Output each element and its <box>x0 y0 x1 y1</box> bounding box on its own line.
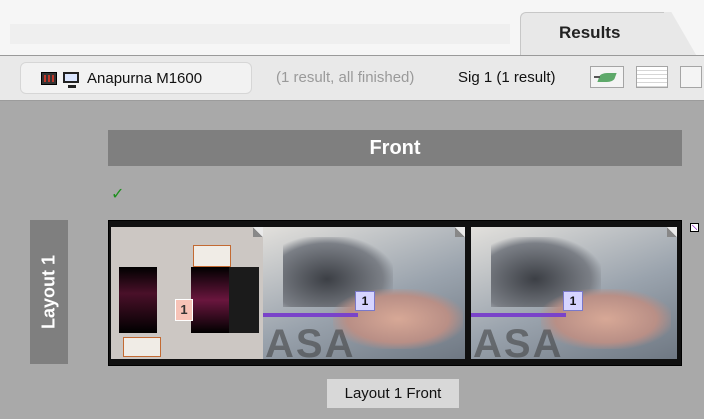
side-header: Front <box>108 130 682 166</box>
film-icon <box>41 72 57 85</box>
tab-results-label: Results <box>559 23 621 42</box>
monitor-icon <box>63 72 79 88</box>
device-selector[interactable]: Anapurna M1600 <box>20 62 252 94</box>
photo-watermark-letters: ASA <box>265 322 356 359</box>
layout-label-text: Layout 1 <box>38 254 59 330</box>
tab-strip: Results <box>0 0 704 57</box>
tab-results[interactable]: Results <box>520 12 704 57</box>
layout-sheet-preview[interactable]: 1 ASA 1 ASA 1 <box>108 220 682 366</box>
results-toolbar: Anapurna M1600 (1 result, all finished) … <box>0 56 704 101</box>
layout-caption: Layout 1 Front <box>327 379 459 408</box>
thumbnail-index: 1 <box>563 291 583 311</box>
page-fold-icon <box>667 227 677 237</box>
result-status: (1 result, all finished) <box>276 69 415 86</box>
preview-mode-button[interactable] <box>590 66 624 88</box>
checkmark-icon: ✓ <box>111 186 125 203</box>
box-flap <box>193 245 231 267</box>
box-flap <box>123 337 161 357</box>
tab-corner <box>664 12 704 57</box>
box-panel <box>191 267 229 333</box>
list-view-button[interactable] <box>636 66 668 88</box>
box-panel <box>229 267 259 333</box>
layout-select-checkbox[interactable] <box>690 223 699 232</box>
signature-selector[interactable]: Sig 1 (1 result) <box>458 69 556 86</box>
page-fold-icon <box>455 227 465 237</box>
thumbnail-photo[interactable]: ASA 1 <box>471 227 677 359</box>
page-fold-icon <box>253 227 263 237</box>
thumbnail-index: 1 <box>355 291 375 311</box>
tab-strip-background <box>10 24 510 44</box>
photo-stripe <box>471 313 566 317</box>
device-name: Anapurna M1600 <box>87 70 203 87</box>
thumbnail-photo[interactable]: ASA 1 <box>263 227 465 359</box>
box-panel <box>119 267 157 333</box>
thumbnail-box-dieline[interactable]: 1 <box>111 227 263 359</box>
panel-view-button[interactable] <box>680 66 702 88</box>
thumbnail-index: 1 <box>175 299 193 321</box>
photo-watermark-letters: ASA <box>473 322 564 359</box>
photo-stripe <box>263 313 358 317</box>
layout-label: Layout 1 <box>30 220 68 364</box>
